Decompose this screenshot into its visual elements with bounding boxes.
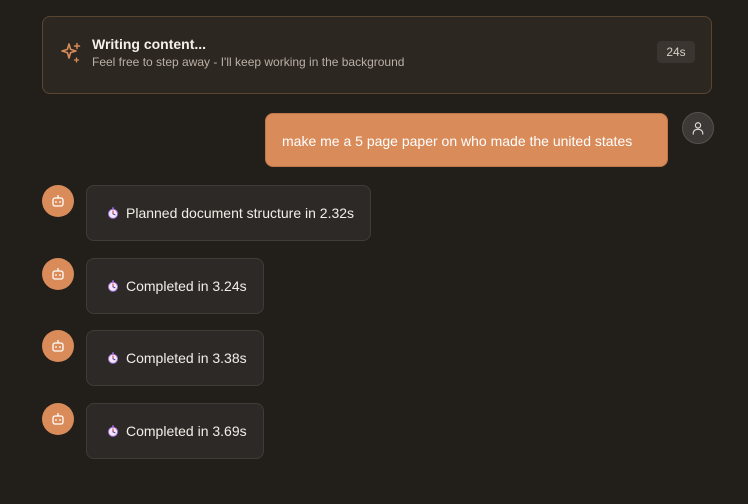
stopwatch-icon [107,280,119,292]
assistant-avatar [42,258,74,290]
assistant-avatar [42,185,74,217]
assistant-avatar [42,330,74,362]
user-icon [692,122,704,135]
bot-icon [52,412,64,425]
sparkle-icon [61,42,81,63]
assistant-message-text: Planned document structure in 2.32s [126,205,355,221]
assistant-message-text: Completed in 3.24s [126,278,247,294]
assistant-message-bubble: Planned document structure in 2.32s [86,185,372,241]
assistant-message-bubble: Completed in 3.69s [86,403,264,459]
bot-icon [52,267,64,280]
bot-icon [52,339,64,352]
status-title: Writing content... [92,36,207,52]
assistant-message-bubble: Completed in 3.38s [86,330,264,386]
status-subtitle: Feel free to step away - I'll keep worki… [92,55,405,69]
assistant-message-text: Completed in 3.38s [126,350,247,366]
bot-icon [52,194,64,207]
stopwatch-icon [107,207,119,219]
user-avatar[interactable] [682,112,714,144]
elapsed-timer-badge: 24s [657,41,695,63]
stopwatch-icon [107,425,119,437]
assistant-avatar [42,403,74,435]
assistant-message-text: Completed in 3.69s [126,423,247,439]
stopwatch-icon [107,352,119,364]
assistant-message-bubble: Completed in 3.24s [86,258,264,314]
chat-page: Writing content... Feel free to step awa… [0,0,748,504]
status-banner: Writing content... Feel free to step awa… [42,16,712,94]
user-message-bubble: make me a 5 page paper on who made the u… [265,113,668,167]
